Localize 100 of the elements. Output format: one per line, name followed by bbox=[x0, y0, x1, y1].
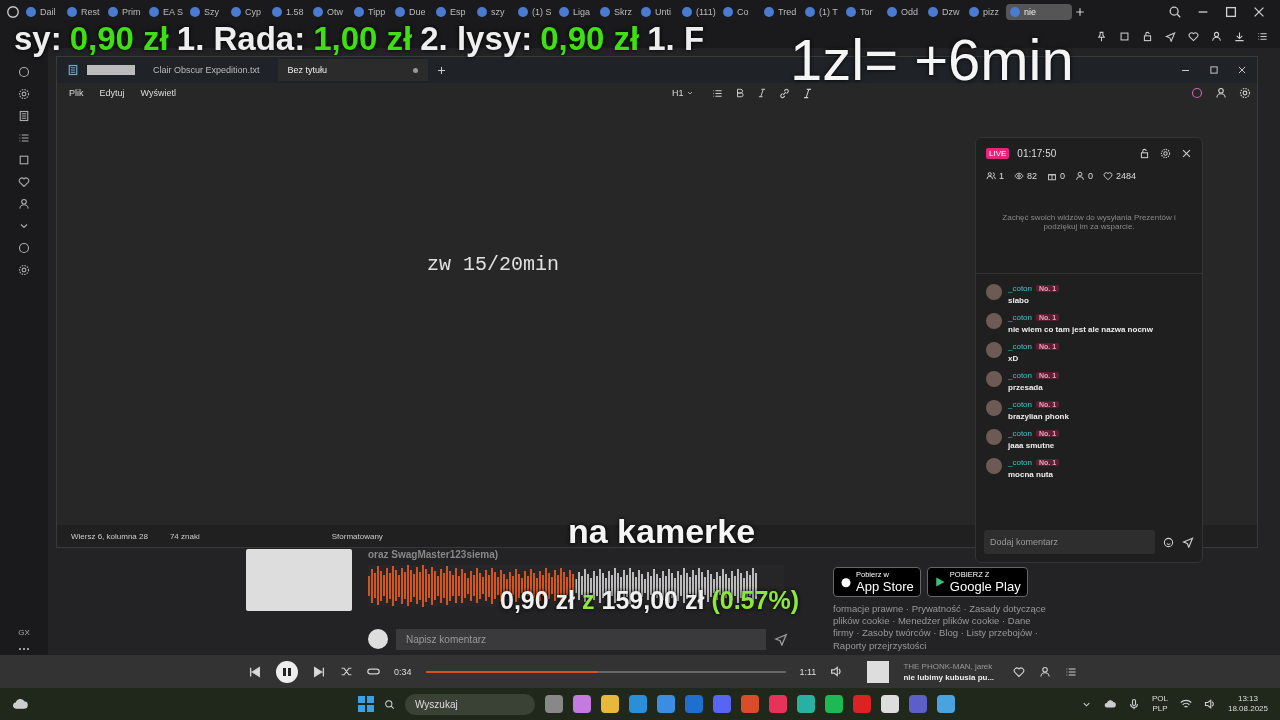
browser-tab[interactable]: nie bbox=[1006, 4, 1072, 20]
progress-fill[interactable] bbox=[425, 670, 599, 673]
language-label[interactable]: POL bbox=[1151, 693, 1168, 704]
cloud-icon[interactable] bbox=[1103, 698, 1116, 710]
search-icon[interactable] bbox=[1168, 5, 1182, 19]
browser-tab[interactable]: Szy bbox=[186, 4, 225, 20]
browser-tab[interactable]: Dzw bbox=[924, 4, 963, 20]
sidebar-icon[interactable] bbox=[18, 242, 30, 254]
document-tab[interactable]: Clair Obscur Expedition.txt bbox=[143, 59, 270, 81]
clock-date[interactable]: 18.08.2025 bbox=[1227, 704, 1268, 715]
weather-icon[interactable] bbox=[12, 696, 28, 712]
microphone-icon[interactable] bbox=[1127, 698, 1140, 710]
document-tab[interactable]: Bez tytułu bbox=[277, 59, 428, 81]
browser-tab[interactable]: Dail bbox=[22, 4, 61, 20]
next-icon[interactable] bbox=[312, 664, 326, 679]
previous-icon[interactable] bbox=[248, 664, 262, 679]
comment-field[interactable]: Dodaj komentarz bbox=[984, 530, 1155, 554]
browser-tab[interactable]: szy bbox=[473, 4, 512, 20]
notepad-icon[interactable] bbox=[67, 64, 79, 76]
track-artist[interactable]: THE PHONK-MAN, jarek bbox=[903, 661, 1000, 671]
settings-icon[interactable] bbox=[1160, 148, 1171, 159]
repeat-icon[interactable] bbox=[367, 665, 380, 678]
browser-tab[interactable]: Otw bbox=[309, 4, 348, 20]
browser-tab[interactable]: (1) S bbox=[514, 4, 553, 20]
browser-tab[interactable]: Tred bbox=[760, 4, 799, 20]
comment-field[interactable]: Napisz komentarz bbox=[396, 628, 766, 650]
taskbar-app-icon[interactable] bbox=[545, 695, 563, 713]
shuffle-icon[interactable] bbox=[340, 665, 353, 678]
send-icon[interactable] bbox=[1165, 30, 1176, 42]
chat-username[interactable]: _coton bbox=[1008, 284, 1033, 293]
chevron-icon[interactable] bbox=[686, 89, 695, 97]
heart-icon[interactable] bbox=[1103, 171, 1114, 181]
viewers-icon[interactable] bbox=[986, 171, 996, 181]
browser-tab[interactable]: Odd bbox=[883, 4, 922, 20]
menu-item[interactable]: Edytuj bbox=[93, 86, 131, 100]
sidebar-icon[interactable] bbox=[18, 110, 30, 122]
snapshot-icon[interactable] bbox=[1119, 30, 1130, 42]
browser-tab[interactable]: (1) T bbox=[801, 4, 840, 20]
menu-item[interactable]: Wyświetl bbox=[134, 86, 182, 100]
taskbar-app-icon[interactable] bbox=[825, 695, 843, 713]
browser-tab[interactable]: Rest bbox=[63, 4, 102, 20]
start-icon[interactable] bbox=[358, 696, 374, 712]
browser-logo-icon[interactable] bbox=[6, 5, 20, 19]
volume-icon[interactable] bbox=[1203, 698, 1216, 710]
person-icon[interactable] bbox=[1211, 30, 1222, 42]
chat-username[interactable]: _coton bbox=[1008, 342, 1033, 351]
maximize-icon[interactable] bbox=[1209, 65, 1219, 75]
browser-tab[interactable]: Cyp bbox=[227, 4, 266, 20]
download-icon[interactable] bbox=[1234, 30, 1245, 42]
menu-icon[interactable] bbox=[1257, 30, 1268, 42]
taskbar-app-icon[interactable] bbox=[881, 695, 899, 713]
clock-time[interactable]: 13:13 bbox=[1237, 693, 1258, 704]
sidebar-icon[interactable] bbox=[18, 154, 30, 166]
pin-icon[interactable] bbox=[1096, 30, 1107, 42]
send-icon[interactable] bbox=[1182, 536, 1194, 548]
list-icon[interactable] bbox=[712, 87, 724, 99]
wifi-icon[interactable] bbox=[1179, 698, 1192, 710]
search-icon[interactable] bbox=[384, 698, 395, 710]
browser-tab[interactable]: Tipp bbox=[350, 4, 389, 20]
taskbar-app-icon[interactable] bbox=[797, 695, 815, 713]
person-icon[interactable] bbox=[1075, 171, 1086, 181]
volume-icon[interactable] bbox=[830, 665, 844, 678]
link-icon[interactable] bbox=[779, 87, 791, 99]
gift-icon[interactable] bbox=[1047, 171, 1058, 181]
chat-username[interactable]: _coton bbox=[1008, 400, 1033, 409]
heart-icon[interactable] bbox=[1188, 30, 1199, 42]
taskbar-app-icon[interactable] bbox=[713, 695, 731, 713]
like-icon[interactable] bbox=[1013, 665, 1026, 678]
taskbar-app-icon[interactable] bbox=[853, 695, 871, 713]
sidebar-icon[interactable] bbox=[18, 264, 30, 276]
restore-icon[interactable] bbox=[1224, 5, 1238, 19]
browser-tab[interactable]: Skrz bbox=[596, 4, 635, 20]
chat-username[interactable]: _coton bbox=[1008, 313, 1033, 322]
close-icon[interactable] bbox=[1181, 148, 1192, 159]
taskbar-app-icon[interactable] bbox=[573, 695, 591, 713]
browser-tab[interactable]: pizz bbox=[965, 4, 1004, 20]
bold-icon[interactable] bbox=[735, 88, 746, 98]
browser-tab[interactable]: Prim bbox=[104, 4, 143, 20]
track-title[interactable]: nie lubimy kubusia pu... bbox=[903, 672, 1000, 682]
taskbar-app-icon[interactable] bbox=[629, 695, 647, 713]
taskbar-app-icon[interactable] bbox=[741, 695, 759, 713]
close-icon[interactable] bbox=[1237, 65, 1247, 75]
sidebar-icon[interactable] bbox=[18, 198, 30, 210]
close-icon[interactable] bbox=[1252, 5, 1266, 19]
browser-tab[interactable]: Unti bbox=[637, 4, 676, 20]
new-tab-icon[interactable] bbox=[435, 64, 447, 76]
taskbar-app-icon[interactable] bbox=[937, 695, 955, 713]
taskbar-app-icon[interactable] bbox=[657, 695, 675, 713]
sidebar-icon[interactable] bbox=[18, 88, 30, 100]
search-field[interactable]: Wyszukaj bbox=[405, 693, 535, 715]
browser-tab[interactable]: (111) bbox=[678, 4, 717, 20]
italic-icon[interactable] bbox=[757, 88, 768, 98]
browser-tab[interactable]: Tor bbox=[842, 4, 881, 20]
send-icon[interactable] bbox=[774, 632, 788, 647]
eye-icon[interactable] bbox=[1014, 171, 1024, 181]
browser-tab[interactable]: Liga bbox=[555, 4, 594, 20]
heading-dropdown[interactable]: H1 bbox=[665, 87, 701, 99]
browser-tab[interactable]: EA S bbox=[145, 4, 184, 20]
sidebar-icon[interactable] bbox=[18, 66, 30, 78]
taskbar-app-icon[interactable] bbox=[601, 695, 619, 713]
